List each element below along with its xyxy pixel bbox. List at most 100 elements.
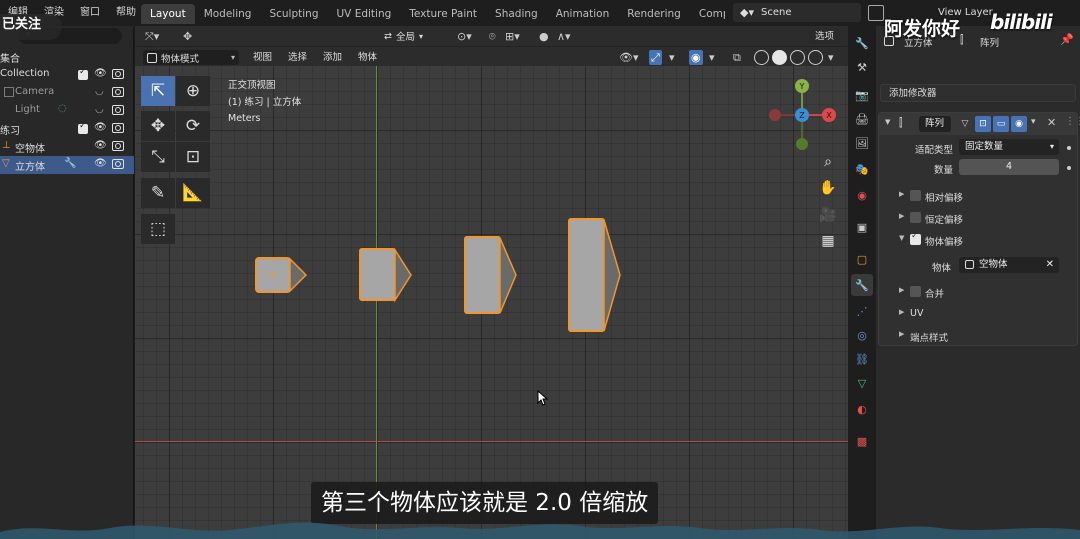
clear-icon[interactable]: ✕: [1046, 257, 1054, 273]
fit-type-row: 适配类型 固定数量 ▾: [879, 139, 1077, 157]
outliner-row-label: Camera: [15, 86, 55, 97]
modifier-wrench-icon[interactable]: 🔧: [64, 158, 76, 169]
caps-section[interactable]: ▶ 端点样式: [879, 327, 1077, 345]
tab-sculpting[interactable]: Sculpting: [260, 4, 327, 24]
outliner-row-scene-collection[interactable]: 集合: [0, 48, 134, 66]
physics-tab-icon[interactable]: ◎: [851, 324, 873, 346]
render-camera-icon[interactable]: [112, 123, 124, 133]
tab-modeling[interactable]: Modeling: [195, 4, 261, 24]
neg-y-axis-ball[interactable]: [796, 138, 808, 150]
outliner-row-practice-collection[interactable]: 练习 👁: [0, 120, 134, 138]
eye-icon[interactable]: 👁: [94, 122, 107, 133]
tab-rendering[interactable]: Rendering: [618, 4, 690, 24]
exclude-checkbox[interactable]: [78, 121, 88, 134]
constant-offset-section[interactable]: ▶ 恒定偏移: [879, 209, 1077, 227]
tab-layout[interactable]: Layout: [141, 4, 195, 24]
eye-icon[interactable]: 👁: [94, 158, 107, 169]
keyframe-dot-icon[interactable]: [1067, 166, 1071, 170]
merge-checkbox[interactable]: [910, 286, 921, 297]
edit-cage-icon[interactable]: ▽: [957, 116, 973, 132]
pan-hand-icon[interactable]: ✋: [817, 177, 839, 199]
chevron-down-icon: ▾: [1049, 142, 1054, 151]
relative-offset-section[interactable]: ▶ 相对偏移: [879, 187, 1077, 205]
relative-offset-checkbox[interactable]: [910, 190, 921, 201]
tab-uv-editing[interactable]: UV Editing: [328, 4, 401, 24]
count-input[interactable]: 4: [959, 159, 1059, 175]
outliner-row-camera[interactable]: Camera ◡: [0, 84, 134, 102]
count-row: 数量 4: [879, 159, 1077, 177]
material-tab-icon[interactable]: ◐: [851, 398, 873, 420]
outliner-row-empty[interactable]: ⊥ 空物体 👁: [0, 138, 134, 156]
view-layer-tab-icon[interactable]: 🖼: [851, 132, 873, 154]
array-modifier-panel: ▼ ⫿ 阵列 ▽ ⊡ ▭ ◉ ▾ ✕ ⋮⋮ 适配类型 固定数量 ▾ 数量 4 ▶: [878, 112, 1080, 346]
object-tab-icon[interactable]: ▢: [851, 248, 873, 270]
render-tab-icon[interactable]: 📷: [851, 84, 873, 106]
zoom-icon[interactable]: ⌕: [817, 151, 839, 173]
camera-view-icon[interactable]: 🎥: [817, 204, 839, 226]
realtime-toggle-icon[interactable]: ▭: [993, 116, 1009, 132]
outliner-row-collection[interactable]: Collection 👁: [0, 66, 134, 84]
offset-object-value: 空物体: [979, 259, 1008, 270]
cube-object-3[interactable]: [464, 236, 517, 314]
scene-tab-icon[interactable]: 🎭: [851, 158, 873, 180]
modifier-name-input[interactable]: 阵列: [919, 116, 951, 132]
exclude-checkbox[interactable]: [78, 67, 88, 80]
collection-tab-icon[interactable]: ▣: [851, 216, 873, 238]
texture-tab-icon[interactable]: ▩: [851, 430, 873, 452]
eye-icon[interactable]: 👁: [94, 68, 107, 79]
render-camera-icon[interactable]: [112, 141, 124, 151]
neg-x-axis-ball[interactable]: [769, 109, 781, 121]
tool-tab-icon[interactable]: 🔧: [851, 32, 873, 54]
3d-viewport[interactable]: ⤧▾ ✥ ⇄ 全局 ▾ ⊙▾ ⌾ ⊞▾ ● ∧▾ 选项 物体模式 ▾ 视图 选择: [135, 26, 848, 539]
follow-badge[interactable]: 已关注: [0, 14, 62, 40]
drag-handle-icon[interactable]: ⋮⋮: [1065, 116, 1080, 127]
output-tab-icon[interactable]: 🖨: [851, 108, 873, 130]
navigation-gizmo[interactable]: Y Z X: [767, 78, 847, 152]
scene-selector[interactable]: ◆▾ Scene: [733, 3, 861, 22]
fit-type-dropdown[interactable]: 固定数量 ▾: [959, 139, 1059, 155]
tab-texture-paint[interactable]: Texture Paint: [400, 4, 486, 24]
edit-mode-toggle-icon[interactable]: ⊡: [975, 116, 991, 132]
merge-section[interactable]: ▶ 合并: [879, 283, 1077, 301]
menu-window[interactable]: 窗口: [72, 4, 108, 22]
tab-shading[interactable]: Shading: [486, 4, 547, 24]
perspective-grid-icon[interactable]: ▦: [817, 230, 839, 252]
properties-tab-bar: 🔧 ⚒ 📷 🖨 🖼 🎭 ◉ ▣ ▢ 🔧 ⋰ ◎ ⛓ ▽ ◐ ▩: [848, 26, 876, 539]
add-modifier-dropdown[interactable]: 添加修改器: [880, 84, 1076, 102]
cube-object-1[interactable]: [255, 257, 308, 293]
particles-tab-icon[interactable]: ⋰: [851, 300, 873, 322]
collapse-triangle-icon[interactable]: ▼: [885, 118, 890, 126]
object-data-tab-icon[interactable]: ▽: [851, 372, 873, 394]
keyframe-dot-icon[interactable]: [1067, 146, 1071, 150]
eye-closed-icon[interactable]: ◡: [95, 86, 104, 97]
render-camera-icon[interactable]: [112, 87, 124, 97]
close-icon[interactable]: ✕: [1047, 116, 1056, 129]
outliner-row-light[interactable]: Light ◌ ◡: [0, 102, 134, 120]
mesh-object-icon: ▽: [2, 158, 10, 169]
pin-icon[interactable]: 📌: [1060, 33, 1074, 46]
eye-closed-icon[interactable]: ◡: [95, 104, 104, 115]
tab-compositing[interactable]: Compositing: [690, 4, 725, 24]
render-toggle-icon[interactable]: ◉: [1011, 116, 1027, 132]
render-camera-icon[interactable]: [112, 105, 124, 115]
offset-object-field[interactable]: 空物体 ✕: [959, 257, 1059, 273]
tab-animation[interactable]: Animation: [547, 4, 619, 24]
render-camera-icon[interactable]: [112, 159, 124, 169]
constant-offset-checkbox[interactable]: [910, 212, 921, 223]
constraints-tab-icon[interactable]: ⛓: [851, 348, 873, 370]
outliner-row-cube[interactable]: ▽ 立方体 🔧 👁: [0, 156, 134, 174]
chevron-down-icon[interactable]: ▾: [1031, 117, 1036, 127]
cube-object-2[interactable]: [359, 247, 412, 303]
render-camera-icon[interactable]: [112, 69, 124, 79]
object-offset-section[interactable]: ▼ 物体偏移: [879, 231, 1077, 249]
light-data-icon: ◌: [58, 103, 67, 114]
object-offset-checkbox[interactable]: [910, 231, 921, 245]
eye-icon[interactable]: 👁: [94, 140, 107, 151]
modifiers-tab-icon[interactable]: 🔧: [851, 274, 873, 296]
menu-help[interactable]: 帮助: [108, 4, 144, 22]
uv-section[interactable]: ▶ UV: [879, 305, 1077, 323]
uploader-watermark: 阿发你好: [884, 18, 961, 40]
tool-settings-tab-icon[interactable]: ⚒: [851, 56, 873, 78]
world-tab-icon[interactable]: ◉: [851, 184, 873, 206]
cube-object-4[interactable]: [568, 218, 621, 332]
